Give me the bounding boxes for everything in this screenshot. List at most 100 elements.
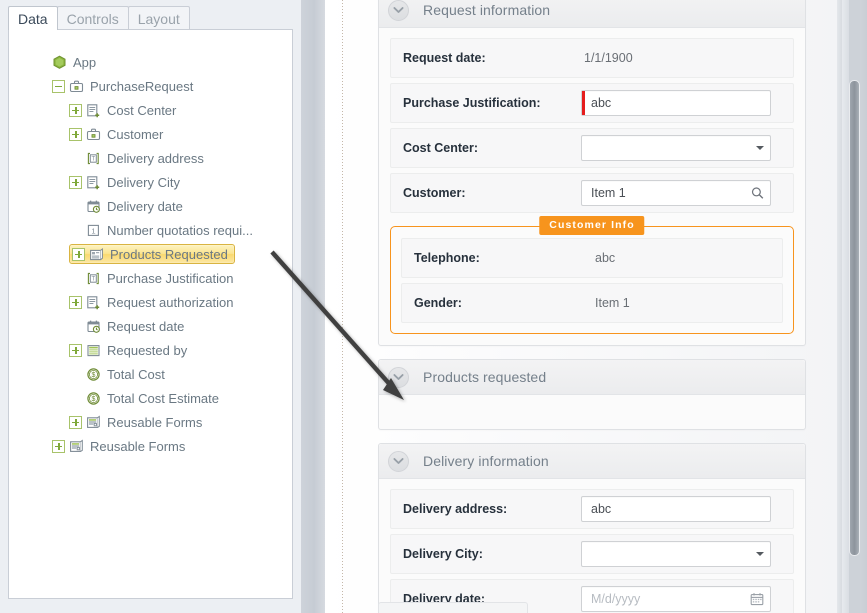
- tree-node-delivery-date[interactable]: Delivery date: [9, 194, 292, 218]
- tree-node-requested-by[interactable]: Requested by: [9, 338, 292, 362]
- tree-node-label: App: [73, 54, 97, 70]
- tree-node-label: Delivery address: [107, 150, 204, 166]
- tree-node-purchase-justification[interactable]: T Purchase Justification: [9, 266, 292, 290]
- section-header[interactable]: Products requested: [379, 360, 805, 395]
- expand-plus-icon[interactable]: [69, 103, 82, 117]
- expand-plus-icon[interactable]: [69, 415, 82, 429]
- tree-node-customer[interactable]: Customer: [9, 122, 292, 146]
- tree-node-label: Request authorization: [107, 294, 234, 310]
- designer-window: Data Controls Layout App PurchaseRequest C…: [0, 0, 867, 613]
- panel-splitter[interactable]: [301, 0, 325, 613]
- text-input-delivery-address[interactable]: abc: [581, 496, 771, 522]
- tree-node-request-date[interactable]: Request date: [9, 314, 292, 338]
- field-label: Delivery address:: [403, 502, 508, 516]
- tree-node-content: Customer: [69, 127, 163, 142]
- form-row-gender: Gender: Item 1: [401, 283, 783, 323]
- expand-plus-icon[interactable]: [52, 439, 65, 453]
- tree-node-content: App: [35, 55, 96, 70]
- chevron-down-icon[interactable]: [388, 450, 409, 472]
- vertical-scrollbar[interactable]: [842, 0, 867, 613]
- field-value: abc: [591, 502, 612, 516]
- dropdown-delivery-city[interactable]: [581, 541, 771, 567]
- expand-plus-icon[interactable]: [69, 295, 82, 309]
- tree-node-content: Delivery City: [69, 175, 180, 190]
- section-body: Request date: 1/1/1900 Purchase Justificat…: [379, 28, 805, 345]
- tree-node-label: Requested by: [107, 342, 188, 358]
- form-guide-line: [342, 0, 343, 613]
- field-label: Telephone:: [414, 251, 480, 265]
- expand-plus-icon[interactable]: [69, 343, 82, 357]
- chevron-down-icon: [756, 146, 764, 150]
- section-body: [379, 395, 805, 429]
- section-title: Request information: [423, 2, 551, 18]
- text-input-purchase-justification[interactable]: abc: [581, 90, 771, 116]
- form-row-customer: Customer: Item 1: [390, 173, 794, 213]
- tree-node-selection: Products Requested: [69, 244, 235, 264]
- tree-node-content: Request authorization: [69, 295, 233, 310]
- tab-data-label: Data: [18, 11, 48, 27]
- reference-icon: [86, 175, 101, 190]
- tree-expander-spacer: [35, 56, 48, 69]
- expand-plus-icon[interactable]: [69, 175, 82, 189]
- business-component-icon: [86, 127, 101, 142]
- tree-node-label: Delivery City: [107, 174, 180, 190]
- tree-node-app[interactable]: App: [9, 50, 292, 74]
- tree-expander-spacer: [69, 152, 82, 165]
- tree-node-content: Cost Center: [69, 103, 176, 118]
- tab-data[interactable]: Data: [8, 6, 58, 30]
- tree-node-delivery-city[interactable]: Delivery City: [9, 170, 292, 194]
- data-tree-container[interactable]: App PurchaseRequest Cost Center Customer T De…: [8, 29, 293, 599]
- collapse-minus-icon[interactable]: [52, 79, 65, 93]
- forms-icon: [69, 439, 84, 454]
- tree-node-cost-center[interactable]: Cost Center: [9, 98, 292, 122]
- expand-plus-icon[interactable]: [72, 247, 85, 261]
- next-section-partial[interactable]: [378, 602, 528, 613]
- tree-node-reusable-forms[interactable]: Reusable Forms: [9, 434, 292, 458]
- tree-node-label: Customer: [107, 126, 164, 142]
- scrollbar-thumb[interactable]: [849, 80, 860, 556]
- tree-node-content: PurchaseRequest: [52, 79, 193, 94]
- money-icon: $: [86, 391, 101, 406]
- field-control-area: [581, 135, 793, 161]
- tree-node-reusable-forms[interactable]: Reusable Forms: [9, 410, 292, 434]
- form-row-cost-center: Cost Center:: [390, 128, 794, 168]
- form-row-request-date: Request date: 1/1/1900: [390, 38, 794, 78]
- tab-controls[interactable]: Controls: [56, 6, 129, 30]
- tree-node-total-cost-estimate[interactable]: $ Total Cost Estimate: [9, 386, 292, 410]
- field-label: Purchase Justification:: [403, 96, 541, 110]
- tab-layout[interactable]: Layout: [127, 6, 190, 30]
- money-icon: $: [86, 367, 101, 382]
- tree-node-content: $ Total Cost: [69, 367, 165, 382]
- expand-plus-icon[interactable]: [69, 127, 82, 141]
- reference-icon: [86, 295, 101, 310]
- tree-node-label: Purchase Justification: [107, 270, 234, 286]
- text-field-icon: T: [86, 271, 101, 286]
- svg-text:1: 1: [91, 226, 95, 235]
- tree-node-request-authorization[interactable]: Request authorization: [9, 290, 292, 314]
- tree-expander-spacer: [69, 320, 82, 333]
- collection-icon: [89, 247, 104, 262]
- tree-node-number-quotatios-requi[interactable]: 1 Number quotatios requi...: [9, 218, 292, 242]
- tree-node-content: T Delivery address: [69, 151, 204, 166]
- svg-text:T: T: [91, 276, 95, 282]
- tree-node-content: Request date: [69, 319, 184, 334]
- section-header[interactable]: Delivery information: [379, 444, 805, 479]
- tree-node-delivery-address[interactable]: T Delivery address: [9, 146, 292, 170]
- tree-node-purchaserequest[interactable]: PurchaseRequest: [9, 74, 292, 98]
- field-label: Request date:: [403, 51, 486, 65]
- field-value-readonly: Item 1: [595, 296, 630, 310]
- chevron-down-icon[interactable]: [388, 366, 409, 388]
- date-input-delivery-date[interactable]: M/d/yyyy: [581, 586, 771, 612]
- chevron-down-icon: [756, 552, 764, 556]
- form-row-delivery-address: Delivery address: abc: [390, 489, 794, 529]
- tree-expander-spacer: [69, 272, 82, 285]
- chevron-down-icon[interactable]: [388, 0, 409, 21]
- tree-node-label: Total Cost Estimate: [107, 390, 219, 406]
- lookup-input-customer[interactable]: Item 1: [581, 180, 771, 206]
- tree-node-products-requested[interactable]: Products Requested: [9, 242, 292, 266]
- section-header[interactable]: Request information: [379, 0, 805, 28]
- explorer-tabstrip: Data Controls Layout: [8, 4, 190, 30]
- tree-node-total-cost[interactable]: $ Total Cost: [9, 362, 292, 386]
- dropdown-cost-center[interactable]: [581, 135, 771, 161]
- app-hexagon-icon: [52, 55, 67, 70]
